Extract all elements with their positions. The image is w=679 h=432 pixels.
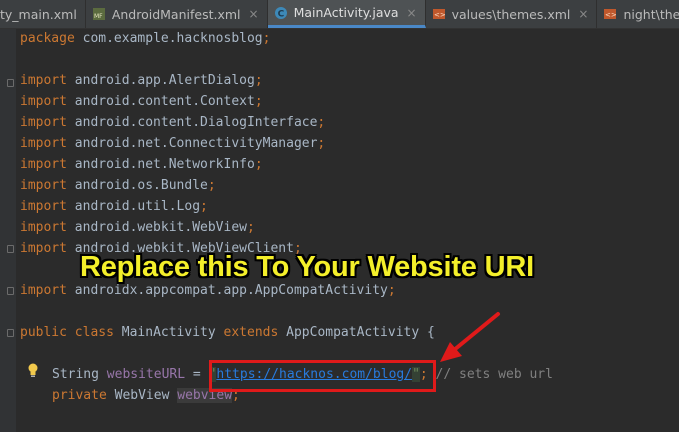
editor-tab-bar: ty_main.xml MF AndroidManifest.xml × C M… bbox=[0, 0, 679, 29]
code-line-import: import android.net.NetworkInfo; bbox=[20, 157, 263, 172]
ide-window: ty_main.xml MF AndroidManifest.xml × C M… bbox=[0, 0, 679, 432]
fold-icon[interactable] bbox=[7, 287, 14, 295]
close-icon[interactable]: × bbox=[249, 7, 259, 21]
annotation-arrow-icon bbox=[440, 312, 500, 362]
code-line-import: import android.os.Bundle; bbox=[20, 178, 216, 193]
code-line-import: import android.util.Log; bbox=[20, 199, 208, 214]
fold-icon[interactable] bbox=[7, 329, 14, 337]
tab-main-activity-java[interactable]: C MainActivity.java × bbox=[267, 0, 426, 28]
close-icon[interactable]: × bbox=[407, 6, 417, 20]
code-line-import: import android.content.DialogInterface; bbox=[20, 115, 326, 130]
code-line-import: import androidx.appcompat.app.AppCompatA… bbox=[20, 283, 396, 298]
lightbulb-icon[interactable] bbox=[26, 362, 40, 378]
tab-activity-main-xml[interactable]: ty_main.xml bbox=[0, 0, 86, 28]
tab-label: values\themes.xml bbox=[451, 6, 571, 22]
tab-values-themes-xml[interactable]: <> values\themes.xml × bbox=[426, 0, 598, 28]
svg-text:<>: <> bbox=[605, 11, 617, 19]
annotation-highlight-box bbox=[209, 360, 436, 392]
tab-android-manifest[interactable]: MF AndroidManifest.xml × bbox=[86, 0, 268, 28]
tab-label: MainActivity.java bbox=[293, 5, 399, 20]
code-line-class-declaration: public class MainActivity extends AppCom… bbox=[20, 325, 435, 340]
code-line-import: import android.net.ConnectivityManager; bbox=[20, 136, 326, 151]
code-line-import: import android.app.AlertDialog; bbox=[20, 73, 263, 88]
code-line-package: package com.example.hacknosblog; bbox=[20, 31, 271, 46]
code-line-import: import android.content.Context; bbox=[20, 94, 263, 109]
fold-icon[interactable] bbox=[7, 245, 14, 253]
xml-file-icon: <> bbox=[432, 7, 446, 21]
tab-label: night\themes.xml bbox=[623, 6, 679, 22]
close-icon[interactable]: × bbox=[578, 7, 588, 21]
svg-text:C: C bbox=[277, 9, 284, 19]
code-line-import: import android.webkit.WebView; bbox=[20, 220, 255, 235]
svg-text:<>: <> bbox=[434, 11, 446, 19]
fold-icon[interactable] bbox=[7, 79, 14, 87]
java-class-icon: C bbox=[274, 6, 288, 20]
annotation-caption: Replace this To Your Website URI bbox=[80, 251, 534, 283]
tab-night-themes-xml[interactable]: <> night\themes.xml × bbox=[597, 0, 679, 28]
svg-text:MF: MF bbox=[94, 13, 103, 20]
manifest-file-icon: MF bbox=[92, 7, 106, 21]
tab-label: ty_main.xml bbox=[0, 6, 77, 22]
xml-file-icon: <> bbox=[603, 7, 617, 21]
tab-label: AndroidManifest.xml bbox=[111, 6, 241, 22]
